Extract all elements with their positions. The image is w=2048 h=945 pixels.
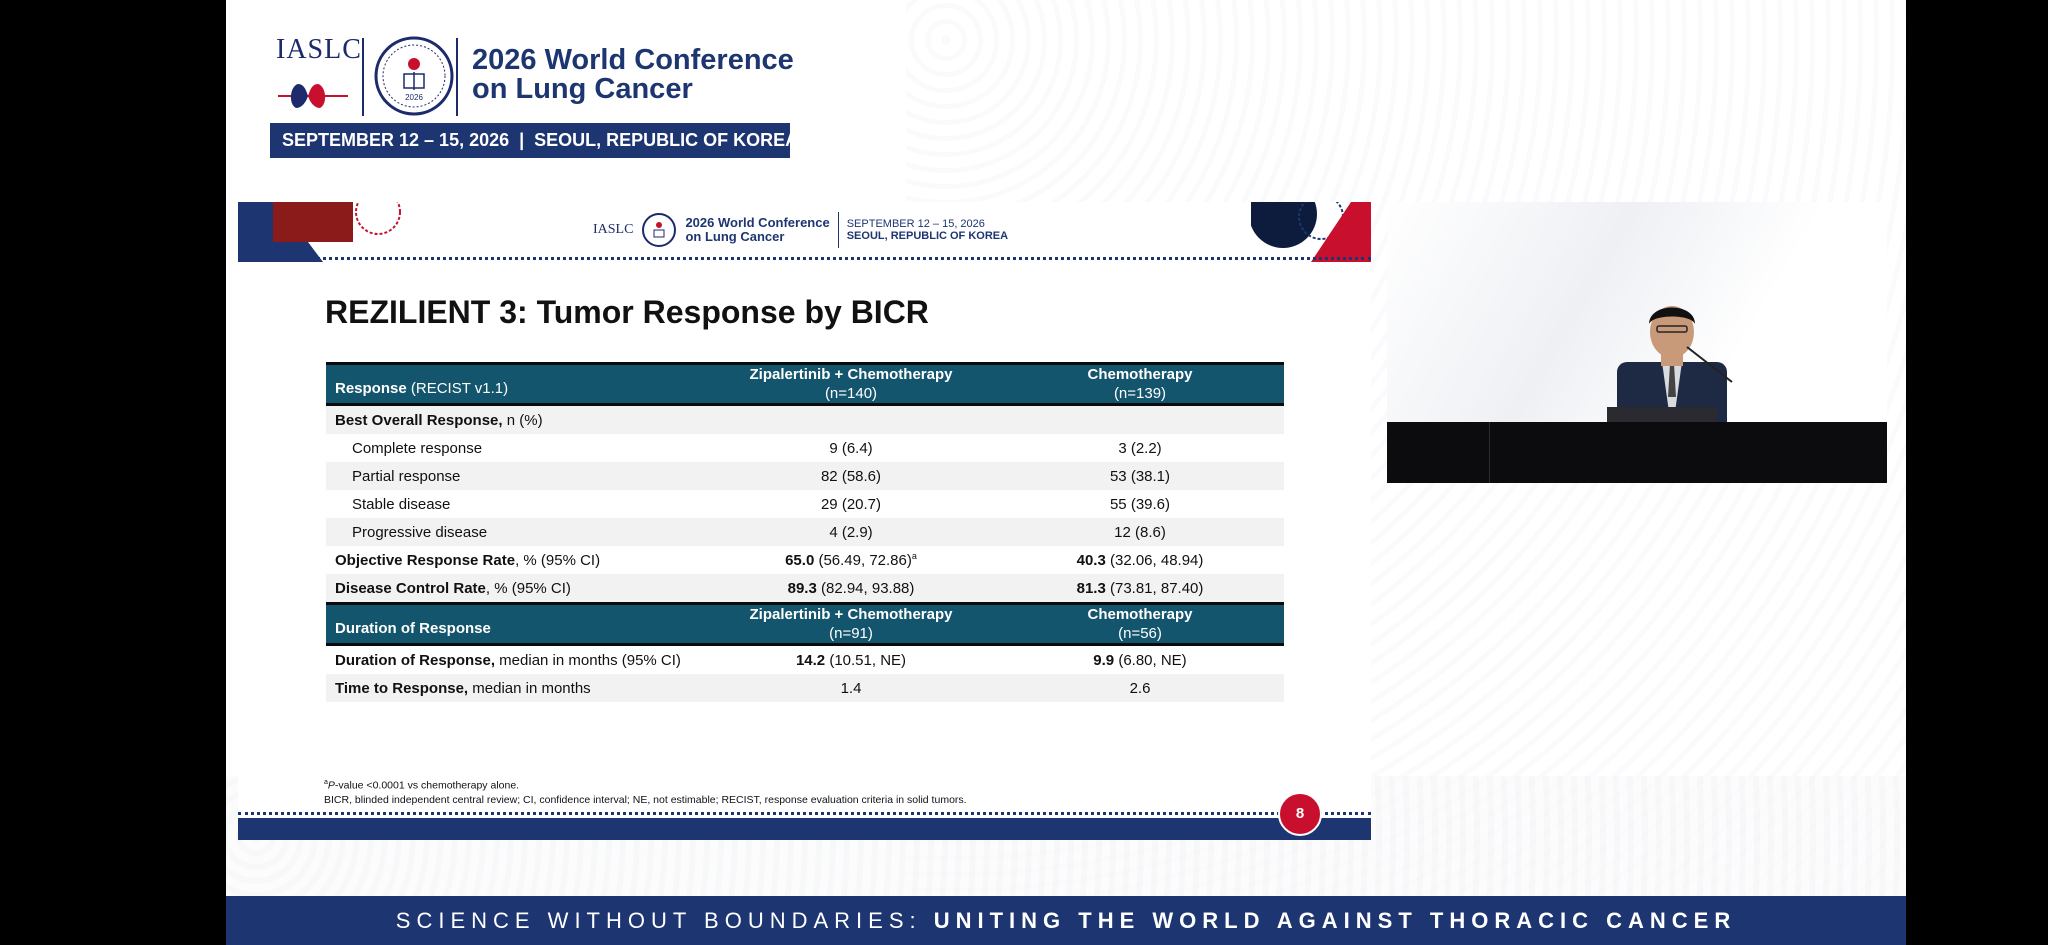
table-header-cell: Chemotherapy (n=56) (996, 603, 1284, 645)
row-label: Complete response (352, 439, 483, 457)
row-label: Disease Control Rate, % (95% CI) (326, 574, 706, 604)
row-label: Duration of Response, median in months (… (335, 651, 681, 669)
logo-divider (456, 38, 458, 116)
slide-conference-header: IASLC 2026 World Conference on Lung Canc… (593, 208, 1008, 252)
table-cell: 4 (2.9) (706, 518, 996, 546)
broadcast-frame: IASLC 2026 2026 World Conference on Lung… (226, 0, 1906, 945)
table-cell: 9 (6.4) (829, 439, 873, 457)
table-row: Duration of Response, median in months (… (326, 645, 1284, 675)
table-cell: 40.3 (32.06, 48.94) (1076, 551, 1204, 569)
slide-seal-icon (642, 213, 677, 247)
slide-footnotes: aP-value <0.0001 vs chemotherapy alone. … (324, 776, 967, 807)
table-row: Time to Response, median in months 1.4 2… (326, 674, 1284, 702)
table-cell: 65.0 (56.49, 72.86)a (785, 551, 917, 569)
table-cell: 89.3 (82.94, 93.88) (706, 574, 996, 604)
section-label: Best Overall Response, n (%) (326, 404, 706, 434)
slogan-part2: UNITING THE WORLD AGAINST THORACIC CANCE… (933, 908, 1737, 933)
table-cell: 1.4 (706, 674, 996, 702)
podium (1387, 422, 1887, 483)
slide-header: IASLC 2026 World Conference on Lung Canc… (238, 202, 1371, 262)
table-row: Stable disease 29 (20.7) 55 (39.6) (326, 490, 1284, 518)
slide-title: REZILIENT 3: Tumor Response by BICR (325, 294, 929, 330)
presentation-slide: IASLC 2026 World Conference on Lung Canc… (238, 202, 1371, 840)
speaker-camera-feed (1387, 202, 1887, 483)
table-cell: 9.9 (6.80, NE) (1093, 651, 1187, 669)
slide-conference-title-line1: 2026 World Conference (685, 215, 830, 230)
footnote-abbreviations: BICR, blinded independent central review… (324, 793, 967, 806)
slide-conference-date: SEPTEMBER 12 – 15, 2026 SEOUL, REPUBLIC … (847, 218, 1008, 242)
row-label: Progressive disease (326, 518, 706, 546)
slide-conference-title: 2026 World Conference on Lung Cancer (685, 216, 829, 244)
table-cell: 55 (39.6) (1109, 495, 1171, 513)
slide-iaslc-wordmark: IASLC (593, 222, 634, 237)
table-header-row: Duration of Response Zipalertinib + Chem… (326, 603, 1284, 645)
iaslc-wordmark: IASLC (276, 34, 362, 65)
table-cell: 81.3 (73.81, 87.40) (996, 574, 1284, 604)
slide-footer-bar (238, 818, 1371, 840)
conference-title: 2026 World Conference on Lung Cancer (472, 46, 794, 104)
seal-year: 2026 (405, 93, 423, 102)
podium-edge (1489, 422, 1490, 483)
slide-date: SEPTEMBER 12 – 15, 2026 (846, 218, 985, 230)
slide-conference-title-line2: on Lung Cancer (685, 229, 785, 244)
row-label: Partial response (326, 462, 706, 490)
conference-title-line1: 2026 World Conference (472, 44, 794, 76)
iaslc-logo: IASLC (276, 34, 362, 66)
row-label: Objective Response Rate, % (95% CI) (335, 551, 601, 569)
table-header-cell: Zipalertinib + Chemotherapy (n=140) (706, 363, 996, 405)
table-cell: 53 (38.1) (996, 462, 1284, 490)
speaker-figure (1607, 306, 1733, 432)
table-cell: 14.2 (10.51, NE) (795, 651, 907, 669)
table-header-cell: Response (RECIST v1.1) (326, 363, 706, 405)
table-cell: 2.6 (996, 674, 1284, 702)
logo-divider (362, 38, 364, 116)
table-row: Partial response 82 (58.6) 53 (38.1) (326, 462, 1284, 490)
table-header-row: Response (RECIST v1.1) Zipalertinib + Ch… (326, 363, 1284, 405)
table-row: Objective Response Rate, % (95% CI) 65.0… (326, 546, 1284, 574)
row-label: Time to Response, median in months (326, 674, 706, 702)
table-row: Progressive disease 4 (2.9) 12 (8.6) (326, 518, 1284, 546)
iaslc-lung-icon (278, 84, 348, 108)
slide-header-divider (837, 212, 839, 248)
conference-date-banner: SEPTEMBER 12 – 15, 2026 | SEOUL, REPUBLI… (270, 123, 798, 158)
slide-location: SEOUL, REPUBLIC OF KOREA (846, 230, 1009, 242)
table-cell: 12 (8.6) (996, 518, 1284, 546)
slide-header-decoration-left (238, 202, 401, 262)
slide-header-decoration-right (1251, 202, 1371, 262)
table-cell: 3 (2.2) (1118, 439, 1162, 457)
table-row: Best Overall Response, n (%) (326, 404, 1284, 434)
conference-seal-icon: 2026 (374, 36, 454, 116)
slide-footer-dotted-line (238, 812, 1371, 815)
slide-page-number: 8 (1278, 792, 1322, 836)
table-header-cell: Duration of Response (326, 603, 706, 645)
table-row: Complete response 9 (6.4) 3 (2.2) (326, 434, 1284, 462)
table-row: Disease Control Rate, % (95% CI) 89.3 (8… (326, 574, 1284, 604)
footnote-pvalue: aP-value <0.0001 vs chemotherapy alone. (324, 779, 520, 792)
table-cell: 82 (58.6) (706, 462, 996, 490)
table-header-cell: Zipalertinib + Chemotherapy (n=91) (706, 603, 996, 645)
table-cell: 29 (20.7) (820, 495, 882, 513)
slide-header-dotted-line (238, 257, 1371, 260)
tumor-response-table: Response (RECIST v1.1) Zipalertinib + Ch… (326, 362, 1284, 702)
conference-title-line2: on Lung Cancer (472, 73, 693, 105)
table-header-cell: Chemotherapy (n=139) (996, 363, 1284, 405)
bottom-slogan-banner: SCIENCE WITHOUT BOUNDARIES: UNITING THE … (226, 896, 1906, 945)
row-label: Stable disease (352, 495, 451, 513)
slogan-part1: SCIENCE WITHOUT BOUNDARIES: (395, 908, 934, 933)
